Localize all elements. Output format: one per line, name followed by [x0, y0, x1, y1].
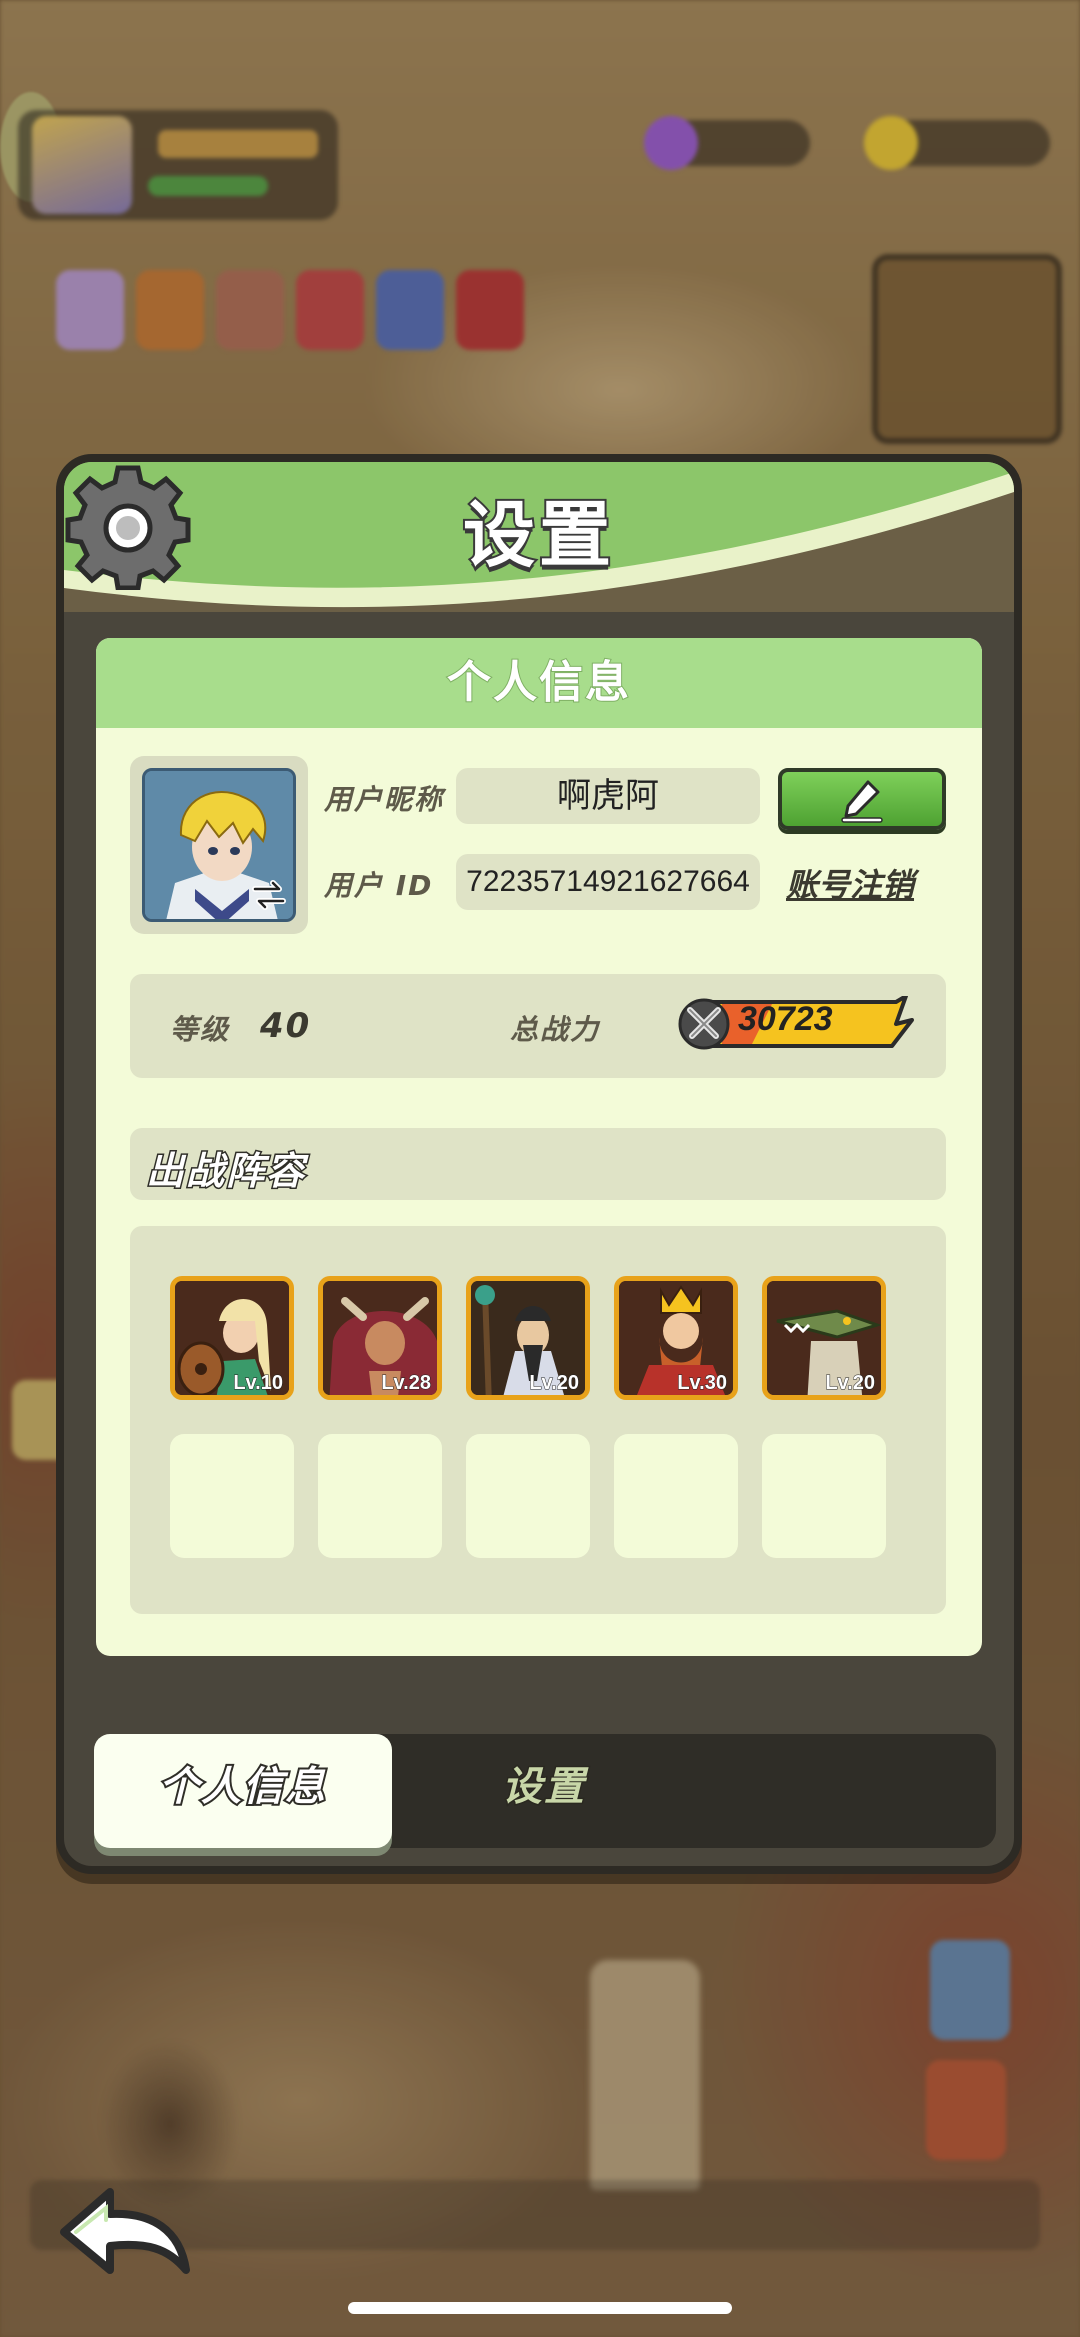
lineup-title: 出战阵容	[144, 1148, 307, 1195]
back-arrow-icon[interactable]	[56, 2170, 196, 2280]
nickname-field: 啊虎阿	[456, 768, 760, 824]
tab-bar: 个人信息 设置	[94, 1734, 996, 1848]
edit-nickname-button[interactable]	[778, 768, 946, 830]
user-id-label: 用户 ID	[324, 869, 434, 902]
hero-level: Lv.28	[381, 1372, 432, 1395]
stats-row: 等级 40 总战力 30723	[130, 974, 946, 1078]
tab-settings[interactable]: 设置	[424, 1734, 664, 1848]
hero-slot[interactable]: Lv.10	[170, 1276, 294, 1400]
power-badge: 30723	[678, 996, 916, 1052]
empty-hero-slot[interactable]	[614, 1434, 738, 1558]
hero-level: Lv.20	[529, 1372, 580, 1395]
pencil-icon	[841, 780, 883, 823]
panel-header: 设置	[64, 462, 1014, 612]
settings-panel: 设置 个人信息 用户昵称 啊虎阿 用户 ID 72235714921627664…	[56, 454, 1022, 1874]
power-value: 30723	[738, 1000, 833, 1038]
lineup-header: 出战阵容	[130, 1128, 946, 1200]
nickname-label: 用户昵称	[324, 783, 445, 816]
user-id-field: 72235714921627664	[456, 854, 760, 910]
hero-level: Lv.10	[233, 1372, 284, 1395]
home-indicator[interactable]	[348, 2302, 732, 2314]
swap-arrows-icon	[252, 880, 286, 910]
section-title: 个人信息	[96, 638, 982, 728]
level-value: 40	[260, 1006, 312, 1046]
panel-title: 设置	[461, 494, 615, 578]
empty-hero-slot[interactable]	[318, 1434, 442, 1558]
cancel-account-link[interactable]: 账号注销	[786, 860, 914, 906]
profile-card: 个人信息 用户昵称 啊虎阿 用户 ID 72235714921627664 账号…	[96, 638, 982, 1656]
hero-slot[interactable]: Lv.20	[466, 1276, 590, 1400]
level-label: 等级	[170, 1013, 231, 1046]
empty-hero-slot[interactable]	[762, 1434, 886, 1558]
avatar-button[interactable]	[130, 756, 308, 934]
avatar	[142, 768, 296, 922]
hero-slot[interactable]: Lv.30	[614, 1276, 738, 1400]
lineup-grid: Lv.10 Lv.28 Lv.20 Lv.30 Lv.20	[130, 1226, 946, 1614]
gear-icon	[65, 465, 191, 590]
tab-personal-info[interactable]: 个人信息	[94, 1734, 392, 1848]
empty-hero-slot[interactable]	[466, 1434, 590, 1558]
hero-slot[interactable]: Lv.28	[318, 1276, 442, 1400]
crossed-swords-icon	[678, 998, 730, 1050]
power-label: 总战力	[510, 1013, 601, 1046]
hero-level: Lv.30	[677, 1372, 728, 1395]
hero-slot[interactable]: Lv.20	[762, 1276, 886, 1400]
hero-level: Lv.20	[825, 1372, 876, 1395]
empty-hero-slot[interactable]	[170, 1434, 294, 1558]
